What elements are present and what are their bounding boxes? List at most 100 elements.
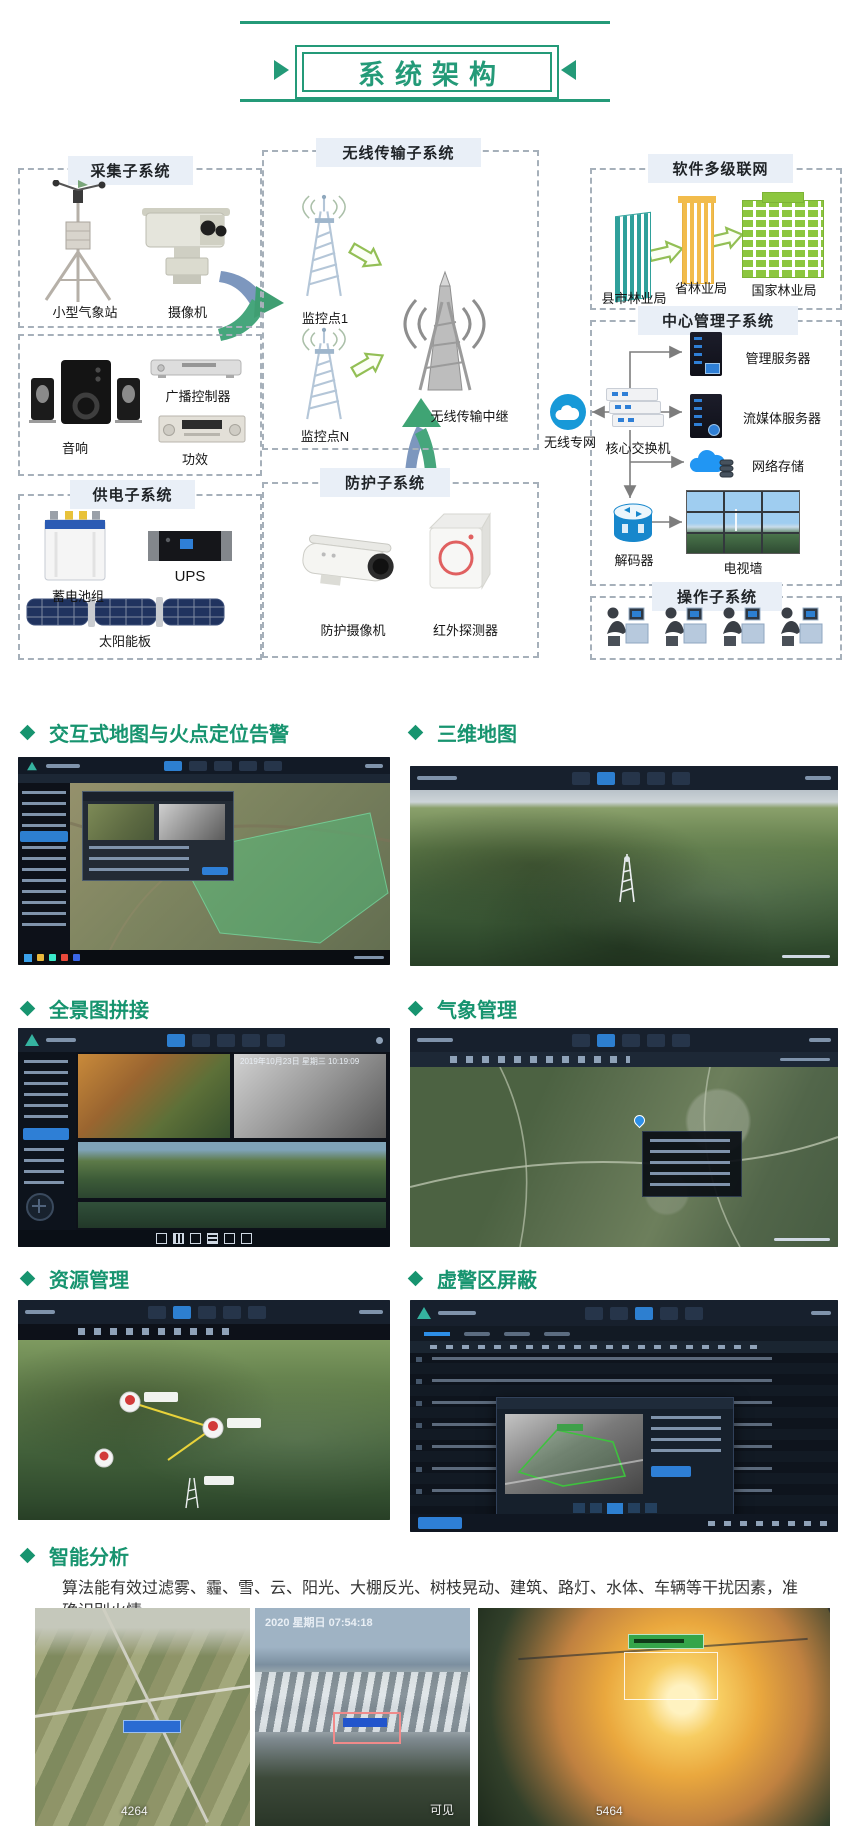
amplifier-image xyxy=(158,414,246,446)
diamond-bullet-icon xyxy=(20,1548,36,1564)
mini-coords-text xyxy=(774,1238,830,1241)
mini-table xyxy=(410,1341,838,1514)
mini-navbar xyxy=(410,1028,838,1052)
mini-footer xyxy=(410,1514,838,1532)
ptz-camera-image xyxy=(138,196,236,298)
mini-mask-image xyxy=(505,1414,643,1494)
mini-user-bar xyxy=(359,1310,383,1314)
mini-terrain xyxy=(18,1340,390,1520)
tab-software: 软件多级联网 xyxy=(648,154,793,183)
chip-text-bar xyxy=(634,1639,684,1643)
mini-popup xyxy=(82,791,234,881)
grid-icon xyxy=(241,1233,252,1244)
photo-road xyxy=(35,1677,250,1722)
grid-icon xyxy=(224,1233,235,1244)
mini-checkbox-column xyxy=(416,1357,422,1508)
photo-caption: 4264 xyxy=(121,1804,148,1818)
page: 系统架构 xyxy=(0,0,850,1834)
mini-footer-pagination xyxy=(708,1521,828,1526)
label-ups: UPS xyxy=(155,568,225,585)
photo-aerial-fields: 4264 xyxy=(35,1608,250,1826)
grid-icon xyxy=(156,1233,167,1244)
mini-title-bar xyxy=(438,1311,476,1315)
stream-server-image xyxy=(690,394,722,438)
mini-taskbar xyxy=(18,950,390,965)
mini-popup-button xyxy=(202,867,228,875)
mini-navbar xyxy=(18,757,390,774)
photo-greenhouse: 2020 星期日 07:54:18 可见 xyxy=(255,1608,470,1826)
mini-tab-active xyxy=(164,761,182,771)
detection-label-chip xyxy=(343,1718,387,1727)
page-next-icon xyxy=(628,1503,640,1513)
mini-tab xyxy=(647,772,665,785)
mini-tab xyxy=(572,772,590,785)
mini-tree-items xyxy=(24,1148,64,1188)
mini-title-bar xyxy=(46,764,80,768)
screenshot-interactive-map xyxy=(18,757,390,965)
detection-box xyxy=(624,1652,718,1700)
mini-mask-polygon xyxy=(505,1414,643,1494)
detection-label-chip xyxy=(123,1720,181,1733)
detection-label-chip xyxy=(628,1634,704,1649)
mini-bottom-toolbar xyxy=(18,1230,390,1247)
label-solar: 太阳能板 xyxy=(60,631,190,650)
heading-text: 虚警区屏蔽 xyxy=(437,1264,537,1293)
mini-title-bar xyxy=(417,776,457,780)
mini-blue-button xyxy=(23,1128,69,1140)
mini-toolbar xyxy=(18,774,390,783)
label-site1: 监控点1 xyxy=(280,308,370,327)
server-slots xyxy=(694,337,702,367)
mini-thumb-color xyxy=(88,804,154,840)
weather-station-image xyxy=(32,180,124,304)
mini-logo-icon xyxy=(25,1034,39,1046)
mini-navbar xyxy=(18,1300,390,1324)
label-camera: 摄像机 xyxy=(145,302,230,321)
mini-tab xyxy=(622,772,640,785)
mini-tab xyxy=(610,1307,628,1320)
switch-slab xyxy=(609,401,661,414)
mini-scale-text xyxy=(780,1058,830,1061)
screenshot-panorama: 2019年10月23日 星期三 10:19:09 xyxy=(18,1028,390,1247)
section-heading-false-alarm: 虚警区屏蔽 xyxy=(410,1264,537,1293)
mini-coords-text xyxy=(782,955,830,958)
mini-popup-header xyxy=(83,792,233,801)
label-speaker: 音响 xyxy=(45,438,105,457)
mini-timestamp: 2019年10月23日 星期三 10:19:09 xyxy=(240,1058,359,1066)
mini-subtab xyxy=(544,1332,570,1336)
mini-navbar xyxy=(410,1300,838,1326)
server-reel xyxy=(708,424,720,436)
taskbar-icon xyxy=(73,954,80,961)
label-decoder: 解码器 xyxy=(604,550,664,569)
screenshot-weather xyxy=(410,1028,838,1247)
mini-logo-icon xyxy=(417,1307,431,1319)
label-tvwall: 电视墙 xyxy=(712,558,774,577)
taskbar-icon xyxy=(49,954,56,961)
province-building-image xyxy=(682,202,714,284)
label-mgmt-server: 管理服务器 xyxy=(734,348,822,367)
photo-caption: 可见 xyxy=(430,1801,454,1818)
speakers-image xyxy=(28,358,143,434)
national-building-image xyxy=(742,200,824,278)
mini-info-popup xyxy=(642,1131,742,1197)
mini-popup-fields xyxy=(651,1416,721,1460)
tab-protection: 防护子系统 xyxy=(320,468,450,497)
mini-tab-active xyxy=(167,1034,185,1047)
screenshot-false-alarm xyxy=(410,1300,838,1532)
switch-slab xyxy=(606,388,658,401)
label-amp: 功效 xyxy=(165,449,225,468)
label-switch: 核心交换机 xyxy=(596,438,680,457)
label-siteN: 监控点N xyxy=(280,426,370,445)
wan-cloud-glyph xyxy=(554,402,582,422)
relay-tower-image xyxy=(392,270,497,402)
label-relay: 无线传输中继 xyxy=(412,406,527,425)
mini-user-bar xyxy=(365,764,383,768)
tab-power: 供电子系统 xyxy=(70,480,195,509)
taskbar-clock xyxy=(354,956,384,959)
grid-icon xyxy=(190,1233,201,1244)
decoder-image xyxy=(610,500,656,546)
broadcast-controller-image xyxy=(150,356,242,380)
pan-cross-h xyxy=(32,1205,46,1207)
tower-siteN-image xyxy=(288,326,360,422)
mini-mask-popup xyxy=(496,1397,734,1527)
province-building-roof xyxy=(678,196,716,203)
